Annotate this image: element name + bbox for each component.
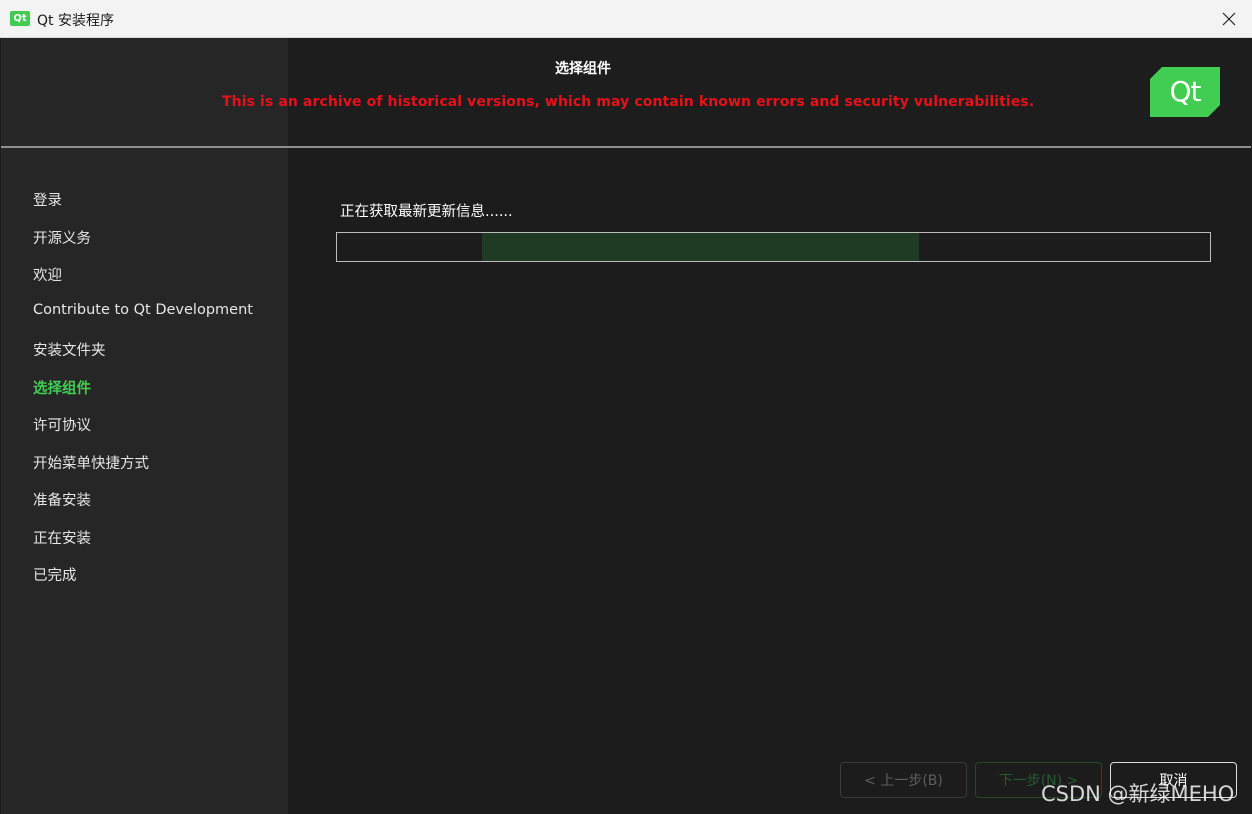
qt-app-icon: Qt xyxy=(10,11,30,26)
close-button[interactable] xyxy=(1206,0,1252,37)
title-bar: Qt Qt 安装程序 xyxy=(0,0,1252,38)
archive-warning: This is an archive of historical version… xyxy=(222,94,1035,110)
back-button[interactable]: < 上一步(B) xyxy=(840,762,967,798)
progress-bar xyxy=(336,232,1211,262)
header-left-panel xyxy=(1,38,288,146)
status-text: 正在获取最新更新信息...... xyxy=(340,204,513,220)
sidebar-item-finished[interactable]: 已完成 xyxy=(33,564,77,585)
sidebar-item-welcome[interactable]: 欢迎 xyxy=(33,264,62,285)
close-icon xyxy=(1222,12,1236,25)
sidebar-item-select-components[interactable]: 选择组件 xyxy=(33,377,91,398)
sidebar-item-open-source-obligations[interactable]: 开源义务 xyxy=(33,227,91,248)
sidebar-item-ready-to-install[interactable]: 准备安装 xyxy=(33,489,91,510)
sidebar: 登录 开源义务 欢迎 Contribute to Qt Development … xyxy=(1,148,288,814)
sidebar-item-contribute[interactable]: Contribute to Qt Development xyxy=(33,302,253,318)
window-title: Qt 安装程序 xyxy=(37,13,114,29)
progress-indicator xyxy=(482,233,919,261)
cancel-button[interactable]: 取消 xyxy=(1110,762,1237,798)
header: 选择组件 This is an archive of historical ve… xyxy=(1,38,1251,146)
next-button[interactable]: 下一步(N) > xyxy=(975,762,1102,798)
sidebar-item-login[interactable]: 登录 xyxy=(33,189,62,210)
sidebar-item-installing[interactable]: 正在安装 xyxy=(33,527,91,548)
sidebar-item-install-folder[interactable]: 安装文件夹 xyxy=(33,339,106,360)
installer-window: 选择组件 This is an archive of historical ve… xyxy=(1,38,1251,814)
page-title: 选择组件 xyxy=(555,61,611,77)
content-area: 正在获取最新更新信息...... xyxy=(288,148,1251,814)
sidebar-item-start-menu-shortcuts[interactable]: 开始菜单快捷方式 xyxy=(33,452,149,473)
qt-logo: Qt xyxy=(1150,67,1220,117)
sidebar-item-license[interactable]: 许可协议 xyxy=(33,414,91,435)
